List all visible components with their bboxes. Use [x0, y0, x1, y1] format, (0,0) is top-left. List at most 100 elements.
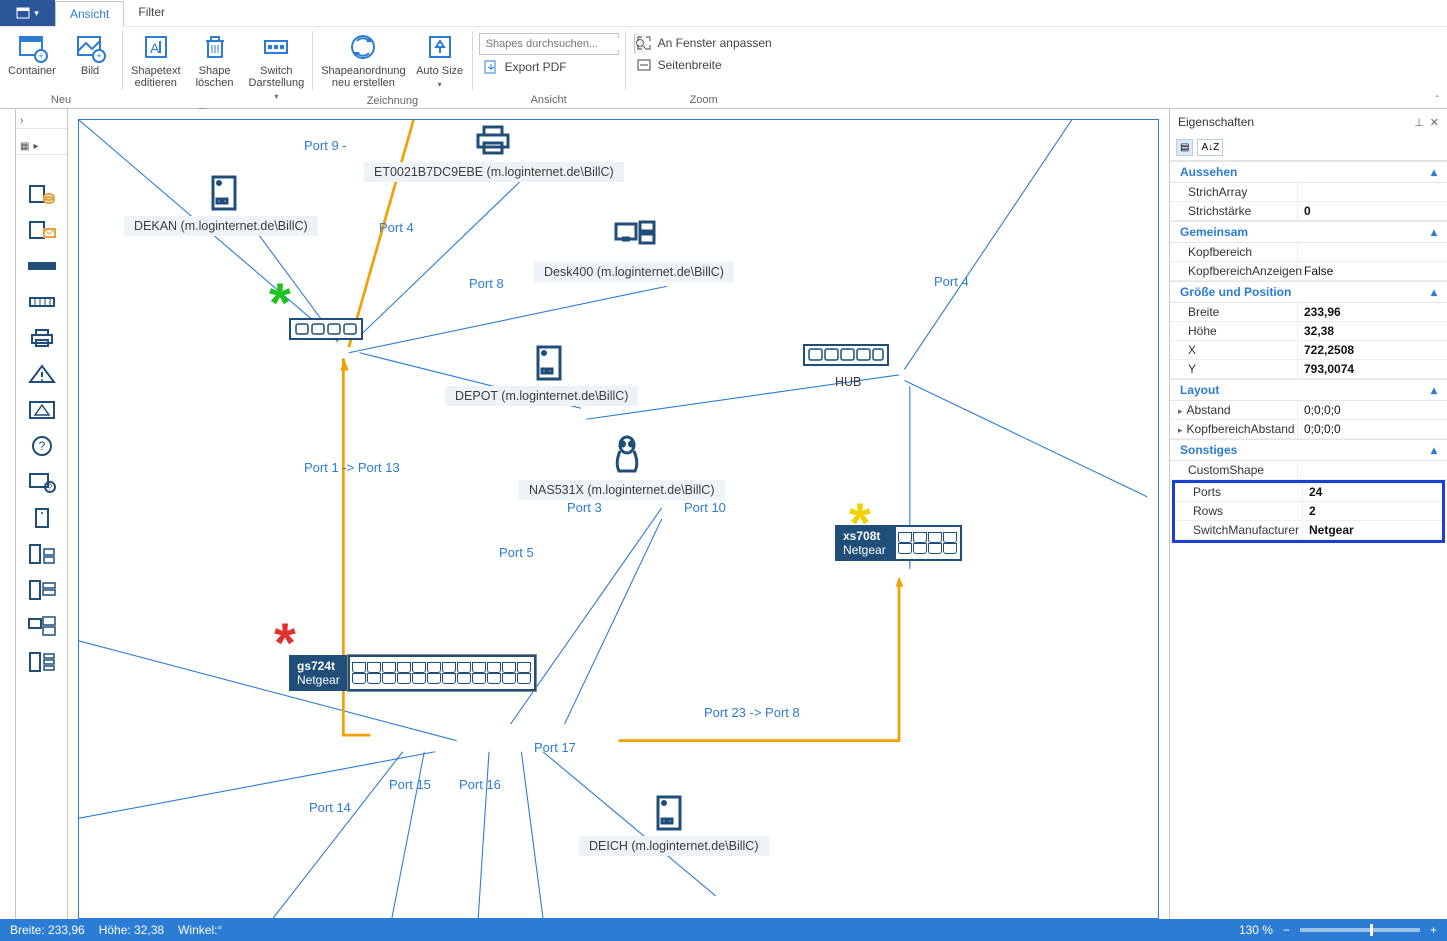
prop-mode-categorized[interactable]: ▤: [1176, 139, 1193, 156]
palette-server-group-icon[interactable]: [24, 541, 60, 567]
prop-kopfabstand-k[interactable]: KopfbereichAbstand: [1170, 420, 1298, 438]
node-deich-label: DEICH (m.loginternet.de\BillC): [579, 836, 769, 856]
prop-abstand-k[interactable]: Abstand: [1170, 401, 1298, 419]
prop-hoehe-v[interactable]: 32,38: [1298, 322, 1447, 340]
switch-gs724t-vendor: Netgear: [297, 673, 340, 687]
cat-layout[interactable]: Layout: [1180, 383, 1219, 397]
container-button[interactable]: + Container: [6, 29, 58, 79]
port-5-label: Port 5: [499, 545, 534, 560]
printer-icon[interactable]: [474, 125, 512, 162]
shapetext-button[interactable]: A Shapetext editieren: [129, 29, 183, 91]
canvas-wrapper: * * *: [68, 109, 1169, 919]
port-16-label: Port 16: [459, 777, 501, 792]
palette-expand-icon[interactable]: ›: [20, 115, 23, 126]
prop-x-v[interactable]: 722,2508: [1298, 341, 1447, 359]
palette-printer-icon[interactable]: [24, 325, 60, 351]
cat-sonstiges[interactable]: Sonstiges: [1180, 443, 1237, 457]
prop-breite-v[interactable]: 233,96: [1298, 303, 1447, 321]
tab-ansicht[interactable]: Ansicht: [55, 1, 124, 27]
zoom-slider[interactable]: [1300, 928, 1420, 932]
node-nas-label: NAS531X (m.loginternet.de\BillC): [519, 480, 725, 500]
prop-stricharray-v[interactable]: [1298, 183, 1447, 201]
prop-kopfbereich-v[interactable]: [1298, 243, 1447, 261]
palette-help-icon[interactable]: ?: [24, 433, 60, 459]
mini-switch[interactable]: [289, 318, 363, 340]
autosize-button[interactable]: Auto Size ▾: [414, 29, 466, 93]
switch-gs724t[interactable]: gs724t Netgear: [289, 655, 536, 691]
zoom-in-button[interactable]: +: [1430, 923, 1437, 937]
status-hoehe: Höhe: 32,38: [99, 923, 164, 937]
prop-kopfabstand-v[interactable]: 0;0;0;0: [1298, 420, 1447, 438]
palette-server-mail-icon[interactable]: [24, 217, 60, 243]
palette-warning-box-icon[interactable]: [24, 397, 60, 423]
palette-cat-icon[interactable]: ▦: [20, 141, 29, 152]
switch-xs708t-vendor: Netgear: [843, 543, 886, 557]
diagram-canvas[interactable]: * * *: [78, 119, 1159, 919]
server-deich-icon[interactable]: [654, 795, 684, 836]
palette-server-db-icon[interactable]: [24, 181, 60, 207]
app-menu-button[interactable]: ▾: [0, 0, 55, 26]
properties-grid[interactable]: Aussehen▴ StrichArray Strichstärke0 Geme…: [1170, 161, 1447, 543]
prop-abstand-v[interactable]: 0;0;0;0: [1298, 401, 1447, 419]
port-15-label: Port 15: [389, 777, 431, 792]
ribbon-collapse-button[interactable]: ˆ: [1436, 95, 1439, 106]
zoom-out-button[interactable]: −: [1283, 923, 1290, 937]
node-depot-label: DEPOT (m.loginternet.de\BillC): [445, 386, 638, 406]
palette-server-rack-icon[interactable]: [24, 649, 60, 675]
shape-search-input[interactable]: [480, 38, 634, 50]
left-collapse-strip[interactable]: [0, 109, 16, 919]
switch-gs724t-name: gs724t: [297, 659, 340, 673]
fit-window-button[interactable]: An Fenster anpassen: [632, 33, 776, 53]
prop-y-v[interactable]: 793,0074: [1298, 360, 1447, 378]
prop-strichstaerke-v[interactable]: 0: [1298, 202, 1447, 220]
port-8a-label: Port 8: [469, 276, 504, 291]
prop-manu-v[interactable]: Netgear: [1303, 521, 1442, 539]
status-breite: Breite: 233,96: [10, 923, 85, 937]
palette-switch-small-icon[interactable]: [24, 289, 60, 315]
pin-icon[interactable]: ⊥: [1414, 116, 1424, 129]
palette-monitor-help-icon[interactable]: ?: [24, 469, 60, 495]
palette-pc-group-icon[interactable]: [24, 613, 60, 639]
prop-breite-k: Breite: [1170, 303, 1298, 321]
prop-rows-k: Rows: [1175, 502, 1303, 520]
port-17-label: Port 17: [534, 740, 576, 755]
tab-filter[interactable]: Filter: [124, 0, 179, 26]
shape-search[interactable]: [479, 33, 619, 55]
workstation-desk400-icon[interactable]: [614, 220, 656, 259]
server-dekan-icon[interactable]: [209, 175, 239, 216]
cat-aussehen[interactable]: Aussehen: [1180, 165, 1237, 179]
shapetext-label: Shapetext editieren: [131, 65, 181, 89]
bild-button[interactable]: + Bild: [64, 29, 116, 79]
group-neu-caption: Neu: [6, 92, 116, 108]
shape-arrange-button[interactable]: Shapeanordnung neu erstellen: [319, 29, 407, 91]
cat-groesse[interactable]: Größe und Position: [1180, 285, 1291, 299]
export-pdf-button[interactable]: Export PDF: [479, 57, 619, 77]
switch-xs708t[interactable]: xs708t Netgear: [835, 525, 962, 561]
shape-delete-button[interactable]: Shape löschen: [189, 29, 241, 91]
shape-arrange-label: Shapeanordnung neu erstellen: [321, 65, 405, 89]
svg-text:?: ?: [47, 483, 52, 492]
node-hub-label: HUB: [825, 372, 871, 392]
prop-ports-v[interactable]: 24: [1303, 483, 1442, 501]
prop-rows-v[interactable]: 2: [1303, 502, 1442, 520]
cat-gemeinsam[interactable]: Gemeinsam: [1180, 225, 1248, 239]
switch-display-button[interactable]: Switch Darstellung ▾: [247, 29, 307, 105]
palette-server-icon[interactable]: [24, 505, 60, 531]
hub-device[interactable]: [803, 344, 889, 366]
port-4b-label: Port 4: [934, 274, 969, 289]
palette-switch-full-icon[interactable]: [24, 253, 60, 279]
palette-warning-icon[interactable]: [24, 361, 60, 387]
page-width-button[interactable]: Seitenbreite: [632, 55, 776, 75]
zoom-value: 130 %: [1239, 923, 1273, 937]
close-icon[interactable]: ✕: [1430, 116, 1439, 129]
linux-nas-icon[interactable]: [609, 435, 645, 480]
fit-window-label: An Fenster anpassen: [658, 36, 772, 50]
container-label: Container: [8, 65, 56, 77]
prop-kopfanz-v[interactable]: False: [1298, 262, 1447, 280]
palette-server-stack-icon[interactable]: [24, 577, 60, 603]
server-depot-icon[interactable]: [534, 345, 564, 386]
status-bar: Breite: 233,96 Höhe: 32,38 Winkel:° 130 …: [0, 919, 1447, 941]
prop-custom-v[interactable]: [1298, 461, 1447, 479]
prop-mode-alpha[interactable]: A↓Z: [1197, 139, 1223, 156]
node-dekan-label: DEKAN (m.loginternet.de\BillC): [124, 216, 318, 236]
